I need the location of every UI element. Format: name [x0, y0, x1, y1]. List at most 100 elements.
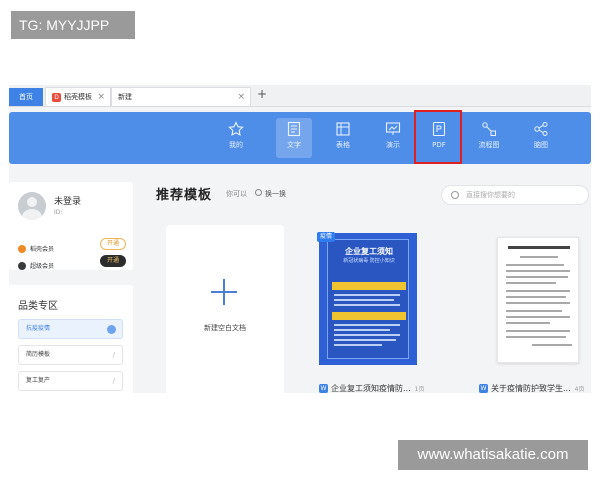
chevron-right-icon: /: [112, 377, 115, 385]
tool-label: 脑图: [534, 141, 548, 149]
doc-text-line: [506, 264, 564, 266]
word-doc-icon: W: [319, 384, 328, 393]
pdf-highlight-box: [414, 110, 462, 164]
super-member-icon: [18, 261, 26, 270]
category-item-resume-work[interactable]: 复工复产 /: [18, 371, 123, 391]
virus-icon: [107, 325, 116, 334]
open-docer-member-button[interactable]: 开通: [100, 238, 126, 250]
category-item-epidemic[interactable]: 抗疫疫情: [18, 319, 123, 339]
mindmap-icon: [534, 122, 548, 136]
tab-label: 新建: [118, 93, 132, 101]
template-name: 企业复工须知疫情防...: [331, 384, 411, 393]
new-blank-document-card[interactable]: 新建空白文档: [166, 225, 284, 393]
doc-text-line: [506, 270, 570, 272]
poster-text-line: [334, 334, 400, 336]
poster-text-line: [334, 344, 382, 346]
doc-text-line: [506, 276, 568, 278]
document-icon: [287, 121, 301, 137]
poster-text-line: [334, 299, 394, 301]
template-badge: 疫情: [317, 232, 335, 242]
template-search[interactable]: 直接搜你想要的: [441, 185, 589, 205]
poster-text-line: [334, 329, 390, 331]
doc-text-line: [506, 330, 570, 332]
open-super-member-button[interactable]: 开通: [100, 255, 126, 267]
watermark-bottom: www.whatisakatie.com: [398, 440, 588, 470]
doc-text-line: [520, 256, 558, 258]
presentation-icon: [385, 122, 401, 135]
category-item-resume[interactable]: 简历模板 /: [18, 345, 123, 365]
member-label: 稻壳会员: [30, 246, 55, 253]
poster-title: 企业复工须知: [345, 247, 393, 256]
poster-band: [332, 312, 406, 320]
template-caption[interactable]: W 关于疫情防护致学生... 4页: [479, 383, 584, 393]
login-status[interactable]: 未登录: [54, 194, 81, 207]
doc-text-line: [506, 316, 570, 318]
tool-label: 演示: [386, 141, 400, 149]
document-type-toolbar: 我的 文字 表格 演示 PDF 流程图 脑图: [9, 110, 591, 164]
poster-text-line: [334, 324, 400, 326]
hint-text: 你可以: [226, 190, 247, 198]
tab-new[interactable]: 新建 ×: [111, 87, 251, 106]
tool-mindmap[interactable]: 脑图: [523, 118, 559, 158]
user-card: 未登录 ID: 稻壳会员 开通 超级会员 开通: [9, 182, 133, 270]
doc-text-line: [506, 290, 570, 292]
user-id: ID:: [54, 209, 63, 216]
doc-text-line: [506, 282, 556, 284]
tool-spreadsheet[interactable]: 表格: [325, 118, 361, 158]
docer-member-icon: [18, 244, 26, 253]
refresh-icon[interactable]: [255, 189, 262, 196]
doc-text-line: [506, 296, 566, 298]
tab-docer-templates[interactable]: D 稻壳模板 ×: [45, 87, 111, 106]
star-icon: [228, 121, 244, 136]
search-placeholder: 直接搜你想要的: [466, 191, 515, 199]
member-row-super: 超级会员 开通: [18, 255, 126, 270]
watermark-top: TG: MYYJJPP: [11, 11, 135, 39]
add-tab-button[interactable]: +: [257, 87, 267, 101]
doc-text-line: [532, 344, 572, 346]
section-title: 推荐模板: [156, 188, 213, 203]
tool-text[interactable]: 文字: [276, 118, 312, 158]
template-thumbnail-poster[interactable]: 企业复工须知 新冠状病毒 防控小知识: [319, 233, 417, 365]
tool-label: 文字: [287, 141, 301, 149]
tool-mine[interactable]: 我的: [218, 118, 254, 158]
poster-text-line: [334, 339, 396, 341]
category-title: 品类专区: [18, 301, 58, 312]
refresh-button[interactable]: 换一换: [265, 189, 286, 199]
search-icon: [451, 191, 459, 199]
tool-label: 表格: [336, 141, 350, 149]
poster-band: [332, 282, 406, 290]
doc-text-line: [506, 336, 566, 338]
template-caption[interactable]: W 企业复工须知疫情防... 1页: [319, 383, 424, 393]
close-icon[interactable]: ×: [97, 88, 105, 106]
doc-text-line: [506, 310, 562, 312]
category-label: 复工复产: [26, 377, 51, 384]
close-icon[interactable]: ×: [237, 88, 245, 106]
template-thumbnail-document[interactable]: [497, 237, 579, 363]
poster-subtitle: 新冠状病毒 防控小知识: [343, 258, 395, 264]
wps-new-document-window: 首页 D 稻壳模板 × 新建 × + 我的 文字 表格 演示 PDF 流程图 脑…: [9, 85, 591, 393]
category-label: 简历模板: [26, 351, 51, 358]
tab-home[interactable]: 首页: [9, 88, 43, 106]
doc-title-line: [508, 246, 570, 249]
table-icon: [336, 122, 350, 136]
page-count: 1页: [414, 386, 425, 393]
tool-flowchart[interactable]: 流程图: [471, 118, 507, 158]
member-row-docer: 稻壳会员 开通: [18, 238, 126, 253]
member-label: 超级会员: [30, 263, 55, 270]
tool-presentation[interactable]: 演示: [375, 118, 411, 158]
new-blank-label: 新建空白文档: [204, 324, 246, 332]
word-doc-icon: W: [479, 384, 488, 393]
category-label: 抗疫疫情: [26, 325, 51, 332]
flowchart-icon: [482, 122, 496, 136]
chevron-right-icon: /: [112, 351, 115, 359]
docer-logo-icon: D: [52, 92, 61, 102]
plus-icon: [211, 279, 237, 305]
tab-bar: 首页 D 稻壳模板 × 新建 × +: [9, 85, 591, 107]
doc-text-line: [506, 322, 550, 324]
tool-label: 流程图: [478, 141, 500, 149]
category-panel: 品类专区 抗疫疫情 简历模板 / 复工复产 /: [9, 285, 133, 393]
tool-label: 我的: [229, 141, 243, 149]
page-count: 4页: [574, 386, 585, 393]
avatar[interactable]: [18, 192, 46, 220]
template-name: 关于疫情防护致学生...: [491, 384, 571, 393]
